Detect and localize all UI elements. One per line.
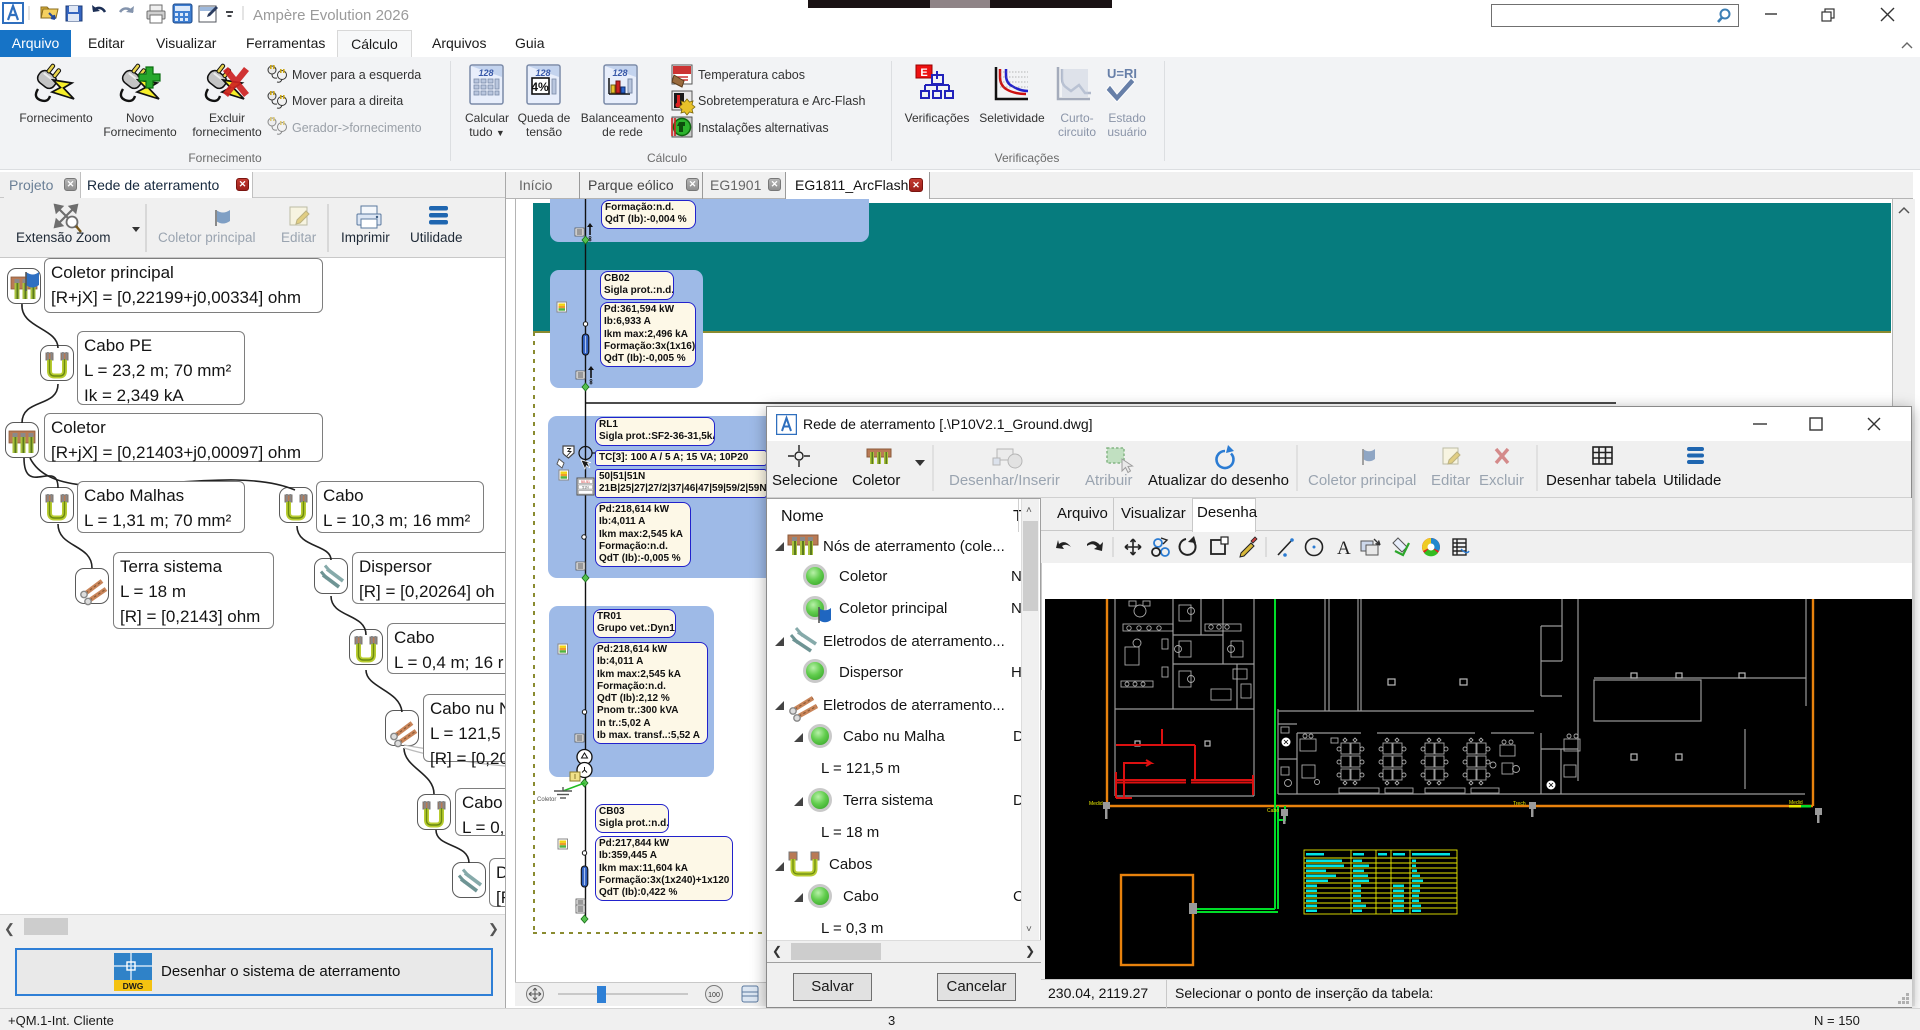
svg-text:A: A xyxy=(1337,538,1351,559)
svg-text:51N: 51N xyxy=(582,486,589,490)
svg-text:Cabo: Cabo xyxy=(1267,808,1279,814)
svg-text:U=RI: U=RI xyxy=(1107,66,1137,81)
svg-text:4%: 4% xyxy=(531,80,549,94)
svg-text:100: 100 xyxy=(708,992,720,999)
svg-text:Coletor: Coletor xyxy=(537,797,556,803)
svg-text:Trech: Trech xyxy=(1513,801,1526,807)
svg-text:DWG: DWG xyxy=(123,981,144,991)
svg-text:50-51: 50-51 xyxy=(581,480,590,484)
svg-text:Medid: Medid xyxy=(1089,801,1103,807)
svg-text:E: E xyxy=(920,67,927,79)
